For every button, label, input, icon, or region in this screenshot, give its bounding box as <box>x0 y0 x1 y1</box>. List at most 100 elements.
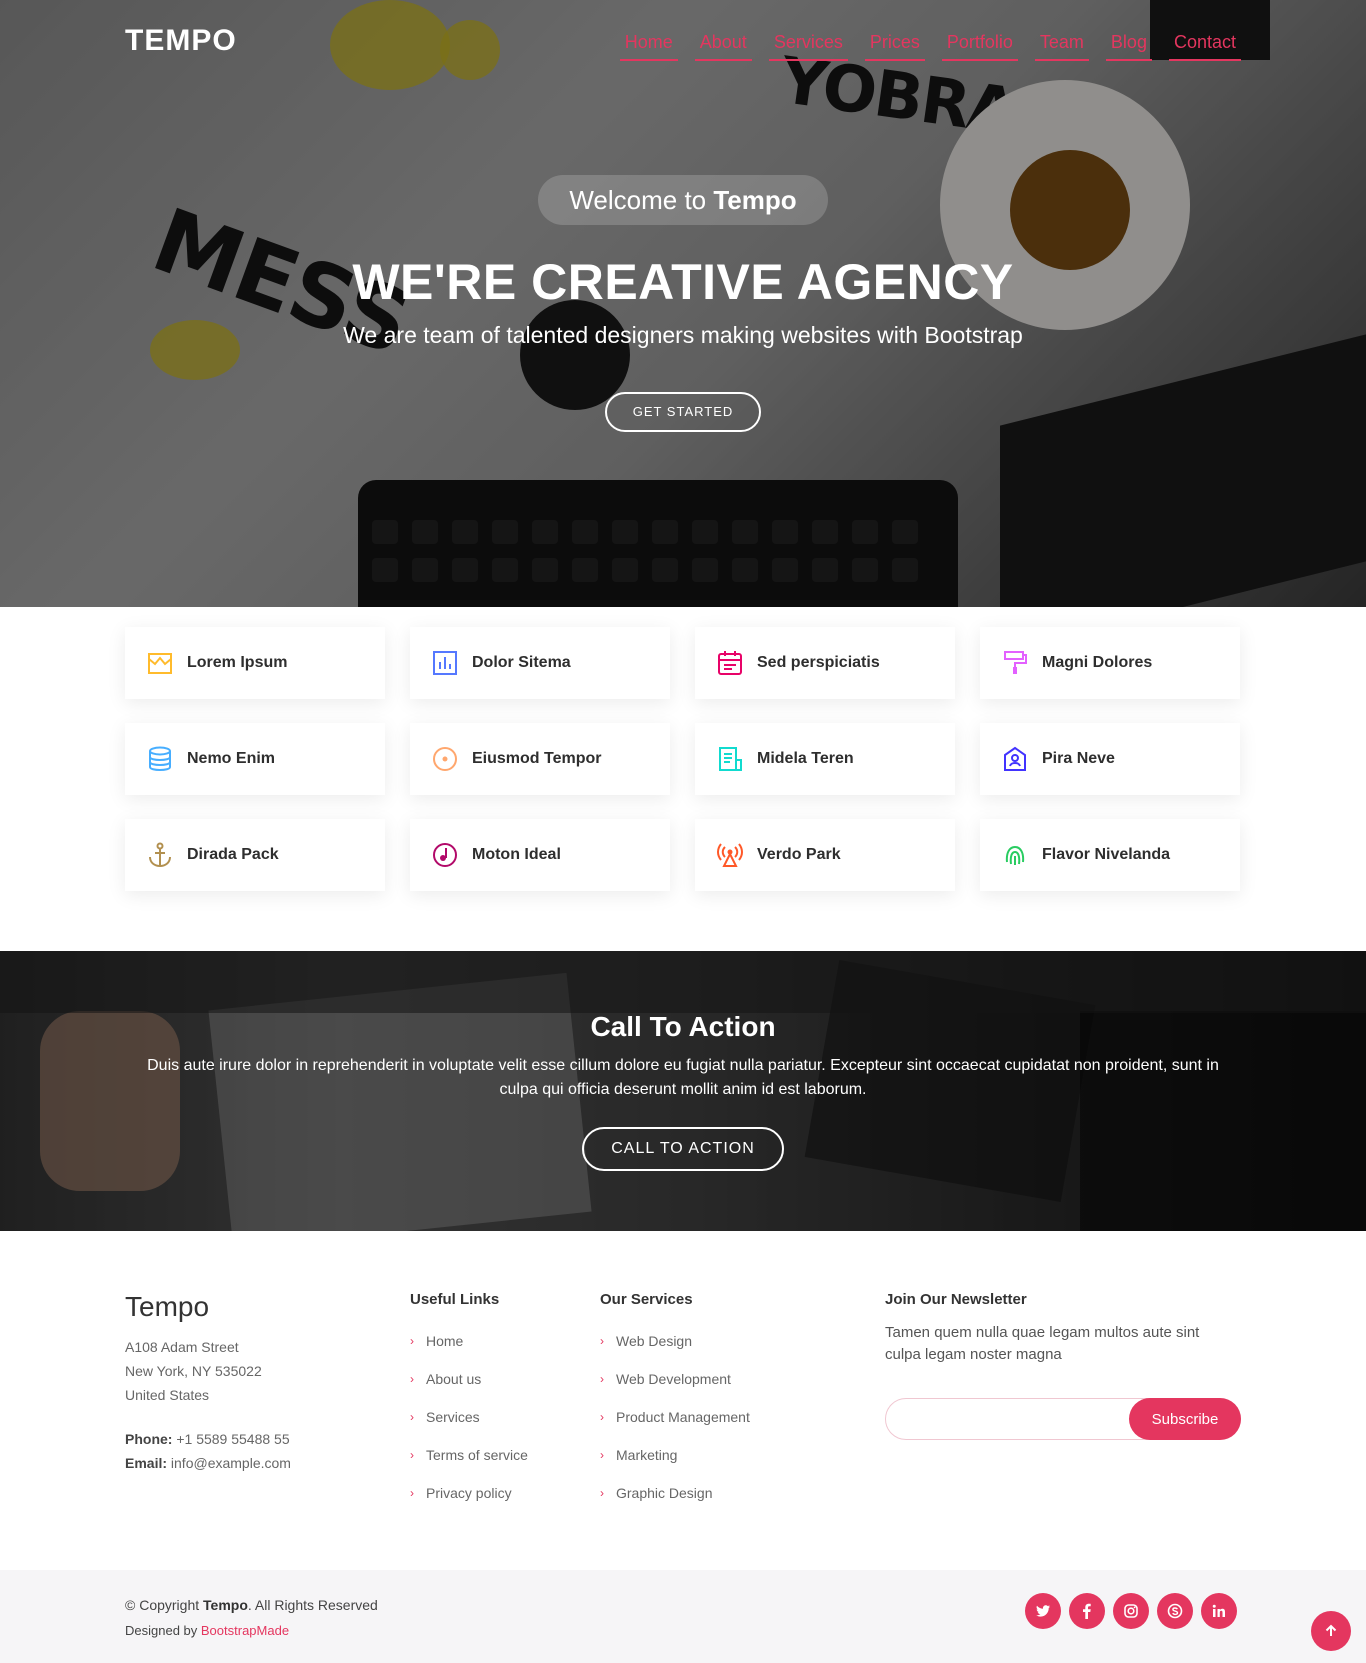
chevron-right-icon: › <box>600 1372 604 1386</box>
email-label: Email: <box>125 1455 168 1471</box>
feature-card[interactable]: Verdo Park <box>695 819 955 891</box>
nav-home[interactable]: Home <box>619 30 678 61</box>
subscribe-button[interactable]: Subscribe <box>1129 1398 1241 1440</box>
services-title: Our Services <box>600 1291 693 1308</box>
nav-portfolio[interactable]: Portfolio <box>941 30 1018 61</box>
footer-service-link[interactable]: › Marketing <box>600 1436 750 1474</box>
call-to-action-button[interactable]: CALL TO ACTION <box>582 1127 784 1171</box>
footer-brand: Tempo <box>125 1291 210 1322</box>
nav-team[interactable]: Team <box>1034 30 1089 61</box>
address-line: A108 Adam Street <box>125 1339 239 1355</box>
feature-card[interactable]: Moton Ideal <box>410 819 670 891</box>
feature-card[interactable]: Midela Teren <box>695 723 955 795</box>
nav-blog[interactable]: Blog <box>1105 30 1152 61</box>
nav-prices[interactable]: Prices <box>864 30 925 61</box>
chevron-right-icon: › <box>410 1334 414 1348</box>
feature-card[interactable]: Dirada Pack <box>125 819 385 891</box>
feature-card[interactable]: Eiusmod Tempor <box>410 723 670 795</box>
feature-label: Pira Neve <box>1042 750 1115 767</box>
email-line: Email: info@example.com <box>125 1451 291 1475</box>
paint-roller-icon <box>1002 650 1028 676</box>
copyright: © Copyright Tempo. All Rights Reserved <box>125 1597 378 1613</box>
footer-link-privacy[interactable]: › Privacy policy <box>410 1474 528 1512</box>
nav-about[interactable]: About <box>694 30 752 61</box>
twitter-icon[interactable] <box>1025 1593 1061 1629</box>
feature-label: Moton Ideal <box>472 846 561 863</box>
designer-link[interactable]: BootstrapMade <box>201 1623 289 1638</box>
footer-service-link[interactable]: › Web Design <box>600 1322 750 1360</box>
footer-link-home[interactable]: › Home <box>410 1322 528 1360</box>
feature-card[interactable]: Magni Dolores <box>980 627 1240 699</box>
services-column: Our Services › Web Design › Web Developmen… <box>600 1291 750 1512</box>
feature-label: Dirada Pack <box>187 846 279 863</box>
disc-icon <box>432 746 458 772</box>
chevron-right-icon: › <box>600 1410 604 1424</box>
get-started-button[interactable]: GET STARTED <box>605 392 761 432</box>
footer-link-label: Privacy policy <box>426 1485 512 1501</box>
site-logo[interactable]: TEMPO <box>125 24 237 58</box>
feature-label: Midela Teren <box>757 750 854 767</box>
footer-link-label: About us <box>426 1371 482 1387</box>
phone-line: Phone: +1 5589 55488 55 <box>125 1427 291 1451</box>
chevron-right-icon: › <box>410 1410 414 1424</box>
email-value: info@example.com <box>167 1455 291 1471</box>
welcome-text: Welcome to <box>569 185 714 215</box>
music-disc-icon <box>432 842 458 868</box>
arrow-up-icon <box>1325 1624 1337 1636</box>
footer-link-label: Product Management <box>616 1409 750 1425</box>
footer-link-about[interactable]: › About us <box>410 1360 528 1398</box>
nav-contact[interactable]: Contact <box>1168 30 1241 61</box>
footer-link-label: Graphic Design <box>616 1485 713 1501</box>
feature-card[interactable]: Flavor Nivelanda <box>980 819 1240 891</box>
footer-service-link[interactable]: › Graphic Design <box>600 1474 750 1512</box>
feature-label: Eiusmod Tempor <box>472 750 602 767</box>
back-to-top-button[interactable] <box>1311 1611 1351 1651</box>
feature-card[interactable]: Nemo Enim <box>125 723 385 795</box>
copyright-suffix: . All Rights Reserved <box>247 1597 378 1613</box>
credits: Designed by BootstrapMade <box>125 1623 289 1638</box>
feature-card[interactable]: Dolor Sitema <box>410 627 670 699</box>
calendar-icon <box>717 650 743 676</box>
fingerprint-icon <box>1002 842 1028 868</box>
footer-bottom: © Copyright Tempo. All Rights Reserved D… <box>0 1570 1366 1663</box>
document-icon <box>717 746 743 772</box>
phone-label: Phone: <box>125 1431 173 1447</box>
features-grid: Lorem Ipsum Dolor Sitema Sed perspiciati… <box>125 627 1241 891</box>
footer-service-link[interactable]: › Product Management <box>600 1398 750 1436</box>
feature-label: Lorem Ipsum <box>187 654 288 671</box>
chevron-right-icon: › <box>600 1486 604 1500</box>
instagram-icon[interactable] <box>1113 1593 1149 1629</box>
feature-label: Flavor Nivelanda <box>1042 846 1171 863</box>
id-badge-icon <box>1002 746 1028 772</box>
footer-link-terms[interactable]: › Terms of service <box>410 1436 528 1474</box>
facebook-icon[interactable] <box>1069 1593 1105 1629</box>
feature-label: Sed perspiciatis <box>757 654 880 671</box>
feature-label: Magni Dolores <box>1042 654 1153 671</box>
skype-icon[interactable] <box>1157 1593 1193 1629</box>
database-icon <box>147 746 173 772</box>
newsletter-title: Join Our Newsletter <box>885 1291 1027 1308</box>
linkedin-icon[interactable] <box>1201 1593 1237 1629</box>
feature-label: Dolor Sitema <box>472 654 571 671</box>
footer-link-label: Terms of service <box>426 1447 528 1463</box>
newsletter-email-input[interactable] <box>886 1399 1126 1439</box>
feature-card[interactable]: Sed perspiciatis <box>695 627 955 699</box>
feature-label: Nemo Enim <box>187 750 276 767</box>
footer-service-link[interactable]: › Web Development <box>600 1360 750 1398</box>
useful-links-title: Useful Links <box>410 1291 500 1308</box>
hero-title: WE'RE CREATIVE AGENCY <box>352 254 1014 310</box>
feature-card[interactable]: Pira Neve <box>980 723 1240 795</box>
hero-section: MESS YOBRA TEMPO Home About Services Pri… <box>0 0 1366 607</box>
social-links <box>1025 1593 1237 1629</box>
footer-link-services[interactable]: › Services <box>410 1398 528 1436</box>
call-to-action-section: Call To Action Duis aute irure dolor in … <box>0 951 1366 1231</box>
chevron-right-icon: › <box>600 1448 604 1462</box>
nav-services[interactable]: Services <box>768 30 848 61</box>
footer-link-label: Marketing <box>616 1447 678 1463</box>
phone-value: +1 5589 55488 55 <box>172 1431 290 1447</box>
newsletter-form: Subscribe <box>885 1398 1241 1440</box>
chevron-right-icon: › <box>410 1372 414 1386</box>
main-nav: Home About Services Prices Portfolio Tea… <box>603 30 1241 61</box>
footer-link-label: Home <box>426 1333 464 1349</box>
feature-card[interactable]: Lorem Ipsum <box>125 627 385 699</box>
